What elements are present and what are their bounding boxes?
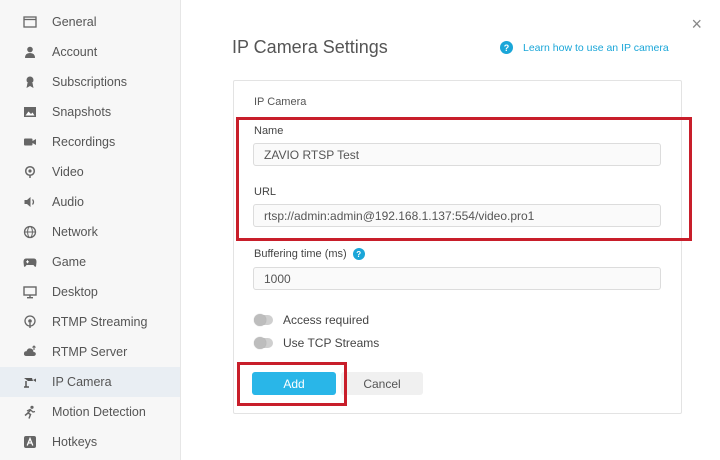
tcp-streams-row: Use TCP Streams (254, 336, 379, 350)
sidebar-item-label: Subscriptions (52, 75, 128, 89)
sidebar-item-label: General (52, 15, 97, 29)
videocam-icon (22, 134, 38, 150)
section-title: IP Camera (254, 96, 307, 108)
tcp-streams-toggle[interactable] (254, 337, 273, 349)
sidebar-item-desktop[interactable]: Desktop (0, 277, 180, 307)
monitor-icon (22, 284, 38, 300)
help-link[interactable]: ? Learn how to use an IP camera (500, 41, 669, 54)
running-person-icon (22, 404, 38, 420)
highlight-box-add (237, 362, 347, 406)
location-icon (22, 164, 38, 180)
cancel-button[interactable]: Cancel (341, 372, 423, 395)
buffering-label-text: Buffering time (ms) (254, 248, 347, 260)
sidebar-item-general[interactable]: General (0, 7, 180, 37)
sidebar-item-label: Video (52, 165, 84, 179)
sidebar-item-label: RTMP Server (52, 345, 128, 359)
sidebar-item-label: Game (52, 255, 87, 269)
image-icon (22, 104, 38, 120)
key-a-icon (22, 434, 38, 450)
sidebar-item-rtmp-streaming[interactable]: RTMP Streaming (0, 307, 180, 337)
close-icon[interactable]: × (691, 15, 702, 33)
person-icon (22, 44, 38, 60)
sidebar-item-recordings[interactable]: Recordings (0, 127, 180, 157)
access-required-row: Access required (254, 313, 369, 327)
ribbon-icon (22, 74, 38, 90)
speaker-icon (22, 194, 38, 210)
access-required-toggle[interactable] (254, 314, 273, 326)
sidebar-item-hotkeys[interactable]: Hotkeys (0, 427, 180, 457)
camera-icon (22, 374, 38, 390)
sidebar-item-subscriptions[interactable]: Subscriptions (0, 67, 180, 97)
access-required-label: Access required (283, 313, 370, 327)
sidebar-item-label: Desktop (52, 285, 98, 299)
settings-sidebar: General Account Subscriptions Snapshots … (0, 0, 181, 460)
highlight-box-name-url (236, 117, 692, 241)
buffering-label: Buffering time (ms)? (254, 248, 365, 261)
broadcast-icon (22, 314, 38, 330)
cloud-upload-icon (22, 344, 38, 360)
globe-icon (22, 224, 38, 240)
page-title: IP Camera Settings (232, 37, 388, 57)
sidebar-item-label: Hotkeys (52, 435, 98, 449)
sidebar-item-label: IP Camera (52, 375, 112, 389)
tcp-streams-label: Use TCP Streams (283, 336, 380, 350)
sidebar-item-snapshots[interactable]: Snapshots (0, 97, 180, 127)
sidebar-item-motion-detection[interactable]: Motion Detection (0, 397, 180, 427)
buffering-time-field[interactable]: 1000 (253, 267, 661, 290)
sidebar-item-account[interactable]: Account (0, 37, 180, 67)
help-icon: ? (500, 41, 513, 54)
help-link-label: Learn how to use an IP camera (523, 41, 669, 54)
window-icon (22, 14, 38, 30)
sidebar-item-label: RTMP Streaming (52, 315, 148, 329)
sidebar-item-ip-camera[interactable]: IP Camera (0, 367, 180, 397)
sidebar-item-rtmp-server[interactable]: RTMP Server (0, 337, 180, 367)
gamepad-icon (22, 254, 38, 270)
sidebar-item-label: Audio (52, 195, 84, 209)
sidebar-item-audio[interactable]: Audio (0, 187, 180, 217)
sidebar-item-label: Account (52, 45, 98, 59)
help-icon[interactable]: ? (352, 248, 365, 261)
sidebar-item-network[interactable]: Network (0, 217, 180, 247)
sidebar-item-label: Motion Detection (52, 405, 146, 419)
sidebar-item-label: Network (52, 225, 98, 239)
sidebar-item-game[interactable]: Game (0, 247, 180, 277)
sidebar-item-label: Snapshots (52, 105, 112, 119)
sidebar-item-video[interactable]: Video (0, 157, 180, 187)
sidebar-item-label: Recordings (52, 135, 116, 149)
